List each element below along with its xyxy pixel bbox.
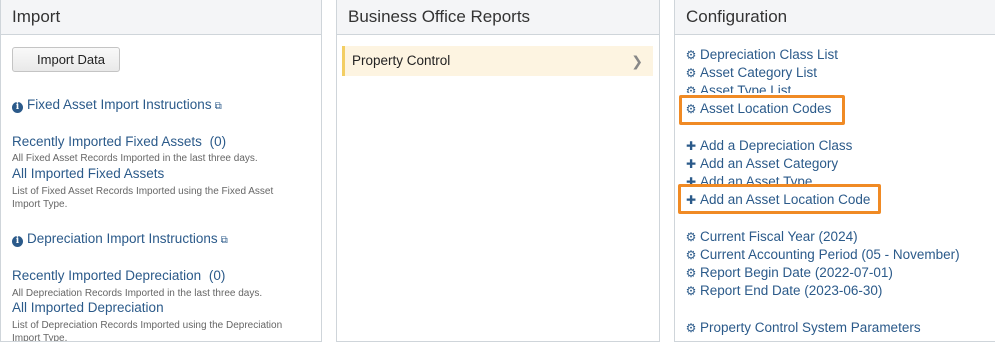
external-link-icon: ⧉ xyxy=(220,235,228,246)
all-depreciation-desc: List of Depreciation Records Imported us… xyxy=(12,320,283,342)
all-imported-depreciation-link[interactable]: All Imported Depreciation xyxy=(12,300,164,315)
recent-fixed-assets-count: (0) xyxy=(209,134,227,149)
depreciation-import-instructions-link[interactable]: i Depreciation Import Instructions ⧉ xyxy=(12,231,228,247)
report-item-property-control[interactable]: Property Control ❯ xyxy=(342,46,653,76)
all-imported-fixed-assets-link[interactable]: All Imported Fixed Assets xyxy=(12,166,164,181)
recent-depreciation-count: (0) xyxy=(208,268,226,283)
all-fixed-assets-desc: List of Fixed Asset Records Imported usi… xyxy=(12,186,274,210)
gear-icon: ⚙ xyxy=(685,284,697,298)
asset-type-list-label: Asset Type List xyxy=(700,83,792,93)
reports-panel: Business Office Reports Property Control… xyxy=(336,0,660,342)
plus-icon: ✚ xyxy=(685,139,697,153)
highlight-box xyxy=(679,95,845,125)
add-depreciation-class-link[interactable]: ✚ Add a Depreciation Class xyxy=(685,138,852,153)
report-end-date-label: Report End Date (2023-06-30) xyxy=(700,283,883,298)
plus-icon: ✚ xyxy=(685,157,697,171)
add-depreciation-class-label: Add a Depreciation Class xyxy=(700,138,853,153)
plus-icon: ✚ xyxy=(685,175,697,184)
gear-icon: ⚙ xyxy=(685,230,697,244)
current-accounting-period-label: Current Accounting Period (05 - November… xyxy=(700,247,960,262)
report-item-label: Property Control xyxy=(352,53,451,68)
gear-icon: ⚙ xyxy=(685,84,697,93)
current-accounting-period-link[interactable]: ⚙ Current Accounting Period (05 - Novembe… xyxy=(685,247,960,262)
highlight-box xyxy=(678,184,881,214)
current-fiscal-year-link[interactable]: ⚙ Current Fiscal Year (2024) xyxy=(685,229,858,244)
recent-fixed-assets-desc: All Fixed Asset Records Imported in the … xyxy=(12,153,258,164)
import-data-button[interactable]: Import Data xyxy=(12,47,120,72)
add-asset-type-link[interactable]: ✚ Add an Asset Type xyxy=(685,174,812,184)
reports-panel-title: Business Office Reports xyxy=(337,0,659,35)
report-end-date-link[interactable]: ⚙ Report End Date (2023-06-30) xyxy=(685,283,883,298)
add-asset-type-label: Add an Asset Type xyxy=(700,174,813,184)
info-icon: i xyxy=(12,102,23,113)
asset-category-list-label: Asset Category List xyxy=(700,65,818,80)
recently-imported-fixed-assets-link[interactable]: Recently Imported Fixed Assets (0) xyxy=(12,134,226,149)
depreciation-class-list-label: Depreciation Class List xyxy=(700,47,839,62)
report-begin-date-label: Report Begin Date (2022-07-01) xyxy=(700,265,893,280)
add-asset-category-label: Add an Asset Category xyxy=(700,156,839,171)
gear-icon: ⚙ xyxy=(685,66,697,80)
recent-depreciation-desc: All Depreciation Records Imported in the… xyxy=(12,288,263,299)
property-control-system-parameters-link[interactable]: ⚙ Property Control System Parameters xyxy=(685,320,921,335)
info-icon: i xyxy=(12,236,23,247)
recent-depreciation-label: Recently Imported Depreciation xyxy=(12,268,202,283)
asset-type-list-link[interactable]: ⚙ Asset Type List xyxy=(685,83,792,93)
external-link-icon: ⧉ xyxy=(214,101,222,112)
gear-icon: ⚙ xyxy=(685,321,697,335)
fixed-asset-instructions-label: Fixed Asset Import Instructions xyxy=(27,97,212,112)
import-panel: Import Import Data i Fixed Asset Import I… xyxy=(0,0,322,342)
chevron-right-icon: ❯ xyxy=(631,53,643,69)
add-asset-category-link[interactable]: ✚ Add an Asset Category xyxy=(685,156,838,171)
gear-icon: ⚙ xyxy=(685,248,697,262)
recently-imported-depreciation-link[interactable]: Recently Imported Depreciation (0) xyxy=(12,268,225,283)
import-panel-title: Import xyxy=(1,0,321,35)
fixed-asset-import-instructions-link[interactable]: i Fixed Asset Import Instructions ⧉ xyxy=(12,97,222,113)
recent-fixed-assets-label: Recently Imported Fixed Assets xyxy=(12,134,202,149)
depreciation-class-list-link[interactable]: ⚙ Depreciation Class List xyxy=(685,47,838,62)
configuration-panel: Configuration ⚙ Depreciation Class List ⚙… xyxy=(674,0,995,342)
gear-icon: ⚙ xyxy=(685,266,697,280)
asset-category-list-link[interactable]: ⚙ Asset Category List xyxy=(685,65,817,80)
configuration-panel-title: Configuration xyxy=(675,0,995,35)
current-fiscal-year-label: Current Fiscal Year (2024) xyxy=(700,229,858,244)
report-begin-date-link[interactable]: ⚙ Report Begin Date (2022-07-01) xyxy=(685,265,893,280)
depreciation-instructions-label: Depreciation Import Instructions xyxy=(27,231,218,246)
gear-icon: ⚙ xyxy=(685,48,697,62)
system-parameters-label: Property Control System Parameters xyxy=(700,320,921,335)
